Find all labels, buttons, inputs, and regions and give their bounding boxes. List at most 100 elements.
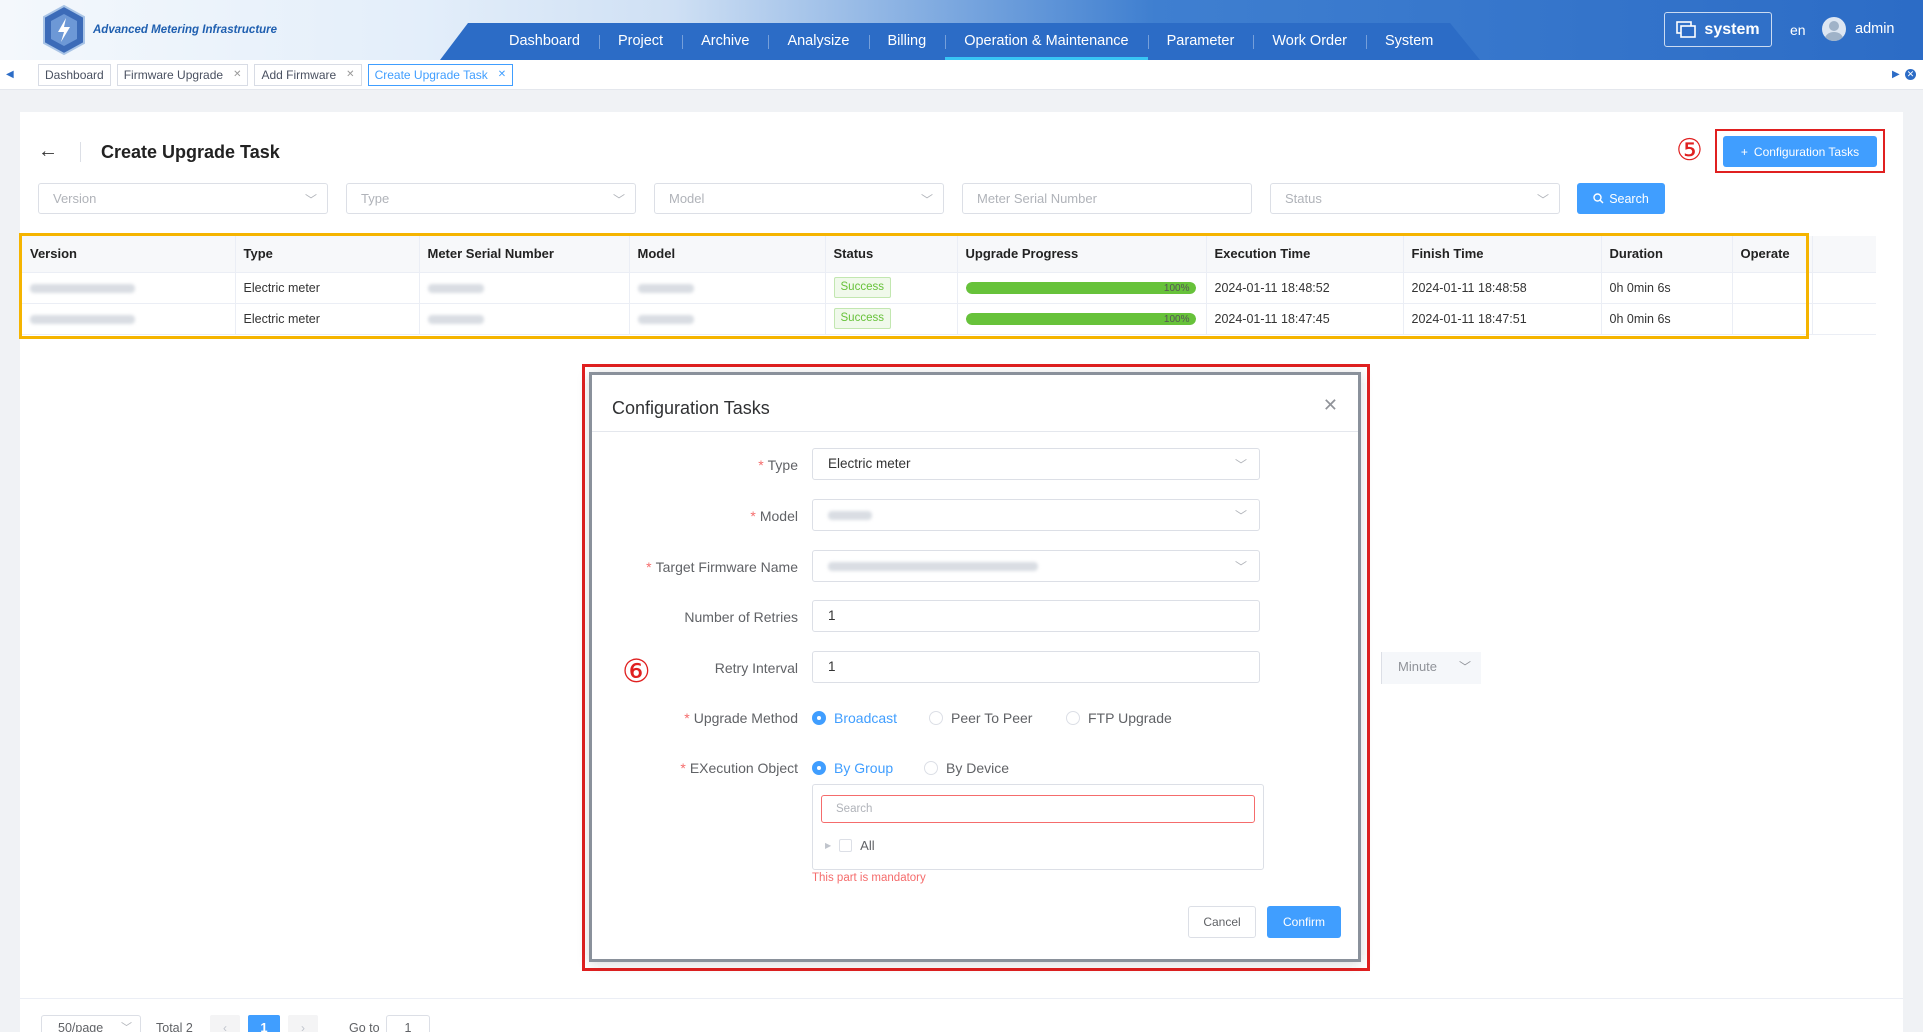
page-number[interactable]: 1	[248, 1015, 280, 1032]
retry-interval-input[interactable]: 1 Minute ﹀	[812, 651, 1481, 684]
nav-system[interactable]: System	[1366, 23, 1452, 60]
next-page-button[interactable]: ›	[288, 1015, 318, 1032]
configuration-tasks-button[interactable]: + Configuration Tasks	[1723, 136, 1877, 167]
user-avatar[interactable]	[1822, 17, 1846, 41]
redacted-firmware-value	[828, 561, 1038, 571]
radio-broadcast[interactable]: Broadcast	[812, 710, 897, 726]
tabs-scroll-right-icon[interactable]: ▶	[1892, 69, 1900, 80]
language-switch[interactable]: en	[1790, 22, 1806, 38]
configuration-tasks-label: Configuration Tasks	[1753, 144, 1860, 159]
title-divider	[80, 142, 81, 162]
chevron-down-icon: ﹀	[1234, 509, 1247, 523]
spacer-cell	[1812, 272, 1876, 304]
total-count: Total 2	[156, 1021, 193, 1032]
tab-label: Create Upgrade Task	[374, 68, 488, 82]
close-icon[interactable]: ✕	[1323, 395, 1338, 416]
caret-right-icon[interactable]: ▶	[825, 841, 831, 850]
system-label: system	[1704, 20, 1760, 38]
nav-project[interactable]: Project	[598, 23, 682, 60]
radio-peer-to-peer[interactable]: Peer To Peer	[929, 710, 1032, 726]
dialog-title: Configuration Tasks	[612, 398, 770, 418]
chevron-down-icon: ﹀	[612, 193, 625, 207]
radio-dot	[812, 711, 826, 725]
nav-analysize[interactable]: Analysize	[768, 23, 868, 60]
annotation-5: ⑤	[1676, 134, 1703, 167]
version-select[interactable]: Version ﹀	[38, 183, 328, 214]
chevron-down-icon: ﹀	[920, 193, 933, 207]
nav-operation-maintenance[interactable]: Operation & Maintenance	[945, 23, 1149, 60]
meter-serial-input[interactable]: Meter Serial Number	[962, 183, 1252, 214]
nav-billing[interactable]: Billing	[868, 23, 946, 60]
nav-parameter[interactable]: Parameter	[1147, 23, 1254, 60]
target-firmware-label: * Target Firmware Name	[646, 559, 798, 575]
nav-dashboard[interactable]: Dashboard	[490, 23, 599, 60]
user-name[interactable]: admin	[1855, 21, 1895, 37]
redacted-model-value	[828, 510, 872, 520]
radio-by-device[interactable]: By Device	[924, 760, 1009, 776]
close-all-tabs-icon[interactable]: ✕	[1905, 69, 1916, 80]
system-switch-icon	[1676, 20, 1697, 38]
status-select[interactable]: Status ﹀	[1270, 183, 1560, 214]
table-highlight-box	[19, 233, 1809, 339]
type-value: Electric meter	[828, 456, 911, 471]
nav-archive[interactable]: Archive	[682, 23, 768, 60]
model-label: * Model	[750, 508, 798, 524]
target-firmware-select[interactable]: ﹀	[812, 550, 1260, 582]
retries-input[interactable]: 1	[812, 600, 1260, 632]
tabs-scroll-left-icon[interactable]: ◀	[6, 69, 14, 80]
retries-label: Number of Retries	[684, 609, 798, 625]
page-size-value: 50/page	[58, 1021, 104, 1032]
radio-dot	[924, 761, 938, 775]
tab-create-upgrade-task[interactable]: Create Upgrade Task ✕	[367, 64, 514, 86]
tree-search-input[interactable]: Search	[821, 795, 1255, 823]
goto-page-input[interactable]: 1	[386, 1015, 430, 1032]
tab-firmware-upgrade[interactable]: Firmware Upgrade ✕	[116, 64, 249, 86]
annotation-6: ⑥	[622, 653, 651, 689]
type-select[interactable]: Type ﹀	[346, 183, 636, 214]
type-select[interactable]: Electric meter ﹀	[812, 448, 1260, 480]
checkbox[interactable]	[839, 839, 853, 852]
tree-node-all[interactable]: ▶ All	[825, 838, 875, 853]
type-placeholder: Type	[361, 191, 390, 206]
tree-search-placeholder: Search	[836, 803, 873, 815]
meter-serial-placeholder: Meter Serial Number	[977, 191, 1097, 206]
page-size-select[interactable]: 50/page ﹀	[41, 1015, 141, 1032]
upgrade-method-label: * Upgrade Method	[684, 710, 798, 726]
radio-ftp-upgrade[interactable]: FTP Upgrade	[1066, 710, 1172, 726]
tab-add-firmware[interactable]: Add Firmware ✕	[254, 64, 362, 86]
interval-unit-value: Minute	[1398, 659, 1438, 674]
column-header-spacer	[1812, 236, 1876, 273]
search-icon	[1593, 193, 1604, 204]
tab-label: Add Firmware	[261, 68, 337, 82]
radio-dot	[1066, 711, 1080, 725]
prev-page-button[interactable]: ‹	[210, 1015, 240, 1032]
interval-unit-select[interactable]: Minute ﹀	[1381, 652, 1481, 684]
search-label: Search	[1609, 191, 1649, 206]
close-icon[interactable]: ✕	[498, 65, 506, 85]
tabs-bar: ◀ Dashboard Firmware Upgrade ✕ Add Firmw…	[0, 60, 1923, 90]
confirm-button[interactable]: Confirm	[1267, 906, 1341, 938]
logo-icon	[43, 4, 85, 56]
execution-object-label: * EXecution Object	[680, 760, 798, 776]
chevron-down-icon: ﹀	[304, 193, 317, 207]
top-header: Advanced Metering Infrastructure Dashboa…	[0, 0, 1923, 60]
system-button[interactable]: system	[1664, 12, 1772, 47]
model-select[interactable]: Model ﹀	[654, 183, 944, 214]
search-button[interactable]: Search	[1577, 183, 1665, 214]
tab-dashboard[interactable]: Dashboard	[38, 64, 111, 86]
close-icon[interactable]: ✕	[346, 65, 354, 85]
configuration-tasks-dialog: Configuration Tasks ✕ ⑥ * Type Electric m…	[589, 372, 1481, 962]
nav-work-order[interactable]: Work Order	[1253, 23, 1366, 60]
model-select[interactable]: ﹀	[812, 499, 1260, 531]
back-arrow-icon[interactable]: ←	[38, 140, 58, 163]
radio-by-group[interactable]: By Group	[812, 760, 893, 776]
radio-dot	[812, 761, 826, 775]
tab-label: Dashboard	[45, 68, 104, 82]
plus-icon: +	[1740, 144, 1748, 159]
spacer-cell	[1812, 303, 1876, 335]
close-icon[interactable]: ✕	[233, 65, 241, 85]
cancel-button[interactable]: Cancel	[1188, 906, 1256, 938]
type-label: * Type	[758, 457, 798, 473]
chevron-down-icon: ﹀	[1536, 193, 1549, 207]
status-placeholder: Status	[1285, 191, 1322, 206]
